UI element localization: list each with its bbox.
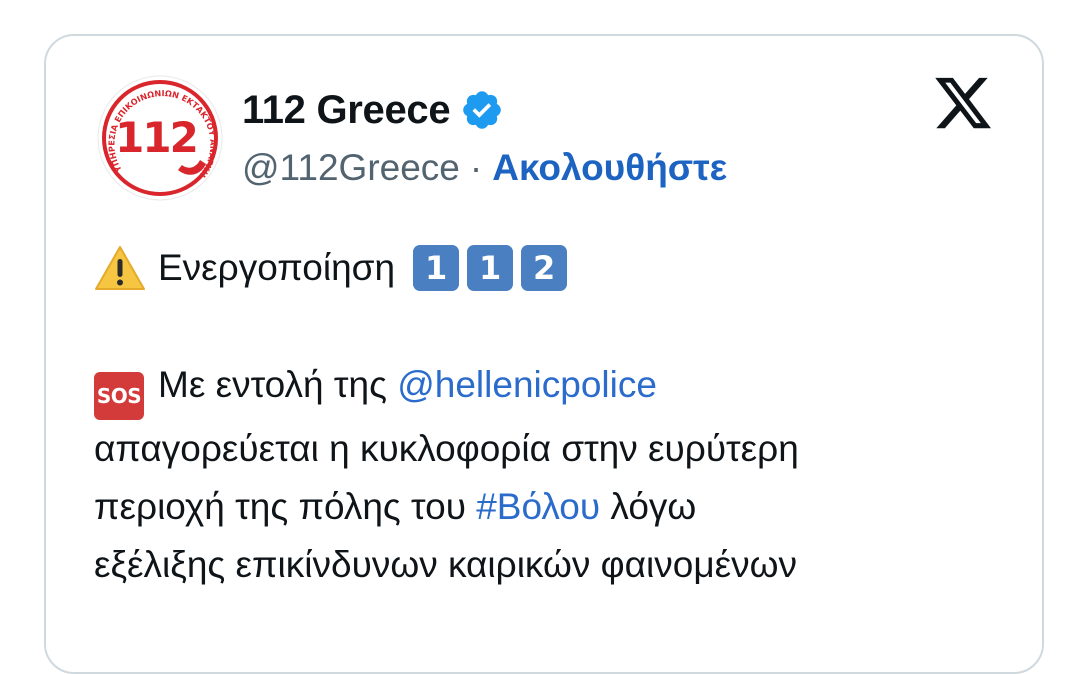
author-handle-row: @112Greece · Ακολουθήστε xyxy=(242,146,727,190)
alert-text: Ενεργοποίηση xyxy=(158,247,396,288)
author-display-name[interactable]: 112 Greece xyxy=(242,88,451,133)
body-line-1: SOS Με εντολή της @hellenicpolice xyxy=(94,356,1024,420)
x-logo-icon[interactable] xyxy=(930,72,996,134)
body-line-3: περιοχή της πόλης του #Βόλου λόγω xyxy=(94,478,1024,536)
keycap-digit-1-second: 1 xyxy=(467,245,514,291)
profile-avatar[interactable]: ΥΠΗΡΕΣΙΑ ΕΠΙΚΟΙΝΩΝΙΩΝ ΕΚΤΑΚΤΟΥ ΑΝΑΓΚΗΣ 1… xyxy=(96,74,224,202)
follow-button[interactable]: Ακολουθήστε xyxy=(492,147,727,189)
mention-link[interactable]: @hellenicpolice xyxy=(397,364,657,405)
sos-icon: SOS xyxy=(94,372,144,420)
avatar-number: 112 xyxy=(115,113,197,162)
body-text-segment: περιοχή της πόλης του xyxy=(94,486,477,527)
hashtag-link[interactable]: #Βόλου xyxy=(476,486,600,527)
body-text-segment: λόγω xyxy=(600,486,697,527)
body-text-segment: Με εντολή της xyxy=(158,364,398,405)
author-name-row: 112 Greece xyxy=(242,86,504,134)
author-handle[interactable]: @112Greece xyxy=(242,147,460,189)
body-line-2: απαγορεύεται η κυκλοφορία στην ευρύτερη xyxy=(94,428,799,469)
body-line-4: εξέλιξης επικίνδυνων καιρικών φαινομένων xyxy=(94,544,798,585)
keycap-digit-1: 1 xyxy=(413,245,460,291)
separator-dot: · xyxy=(469,147,483,188)
keycap-digit-2: 2 xyxy=(521,245,568,291)
alert-line: Ενεργοποίηση 1 1 2 xyxy=(94,238,568,298)
tweet-body: SOS Με εντολή της @hellenicpolice απαγορε… xyxy=(94,356,1024,594)
verified-badge-icon xyxy=(463,91,502,129)
warning-icon xyxy=(95,246,145,290)
